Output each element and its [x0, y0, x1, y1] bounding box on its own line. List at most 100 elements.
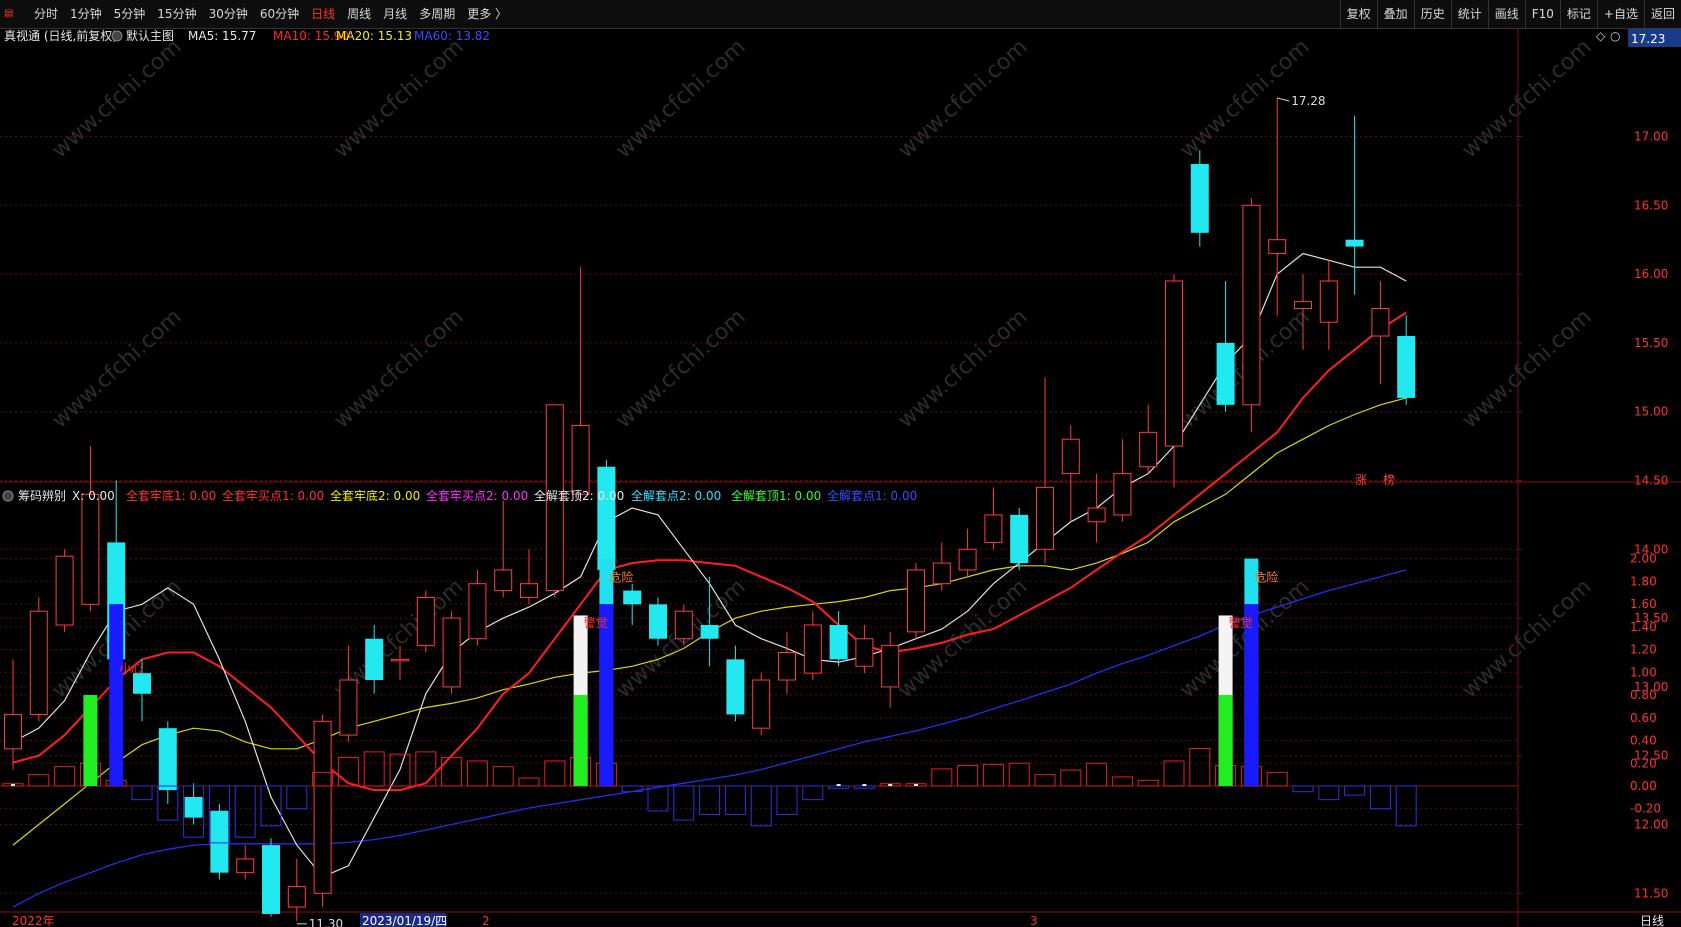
default-chart-label[interactable]: 默认主图 [126, 29, 174, 43]
indicator-legend-item: 全解套顶2: 0.00 [534, 488, 624, 503]
candle[interactable] [752, 673, 771, 736]
candle[interactable] [1242, 198, 1261, 433]
period-tab-0[interactable]: 分时 [28, 0, 64, 28]
candle[interactable] [726, 645, 745, 722]
indicator-bar [234, 785, 256, 838]
period-tab-3[interactable]: 15分钟 [151, 0, 202, 28]
chevron-down-icon[interactable] [2, 490, 14, 502]
period-tab-7[interactable]: 周线 [341, 0, 377, 28]
candle[interactable] [339, 645, 358, 742]
indicator-legend-item: 全解套点2: 0.00 [631, 488, 721, 503]
indicator-bar [518, 777, 540, 787]
candle[interactable] [442, 611, 461, 694]
diamond-icon[interactable]: ◇ [1596, 29, 1606, 43]
watermark: www.cfchi.com [1457, 35, 1596, 164]
toolbar-button-2[interactable]: 历史 [1413, 0, 1451, 28]
candle[interactable] [649, 597, 667, 646]
indicator-bar [1111, 776, 1133, 787]
indicator-axis-label: 1.80 [1630, 574, 1657, 588]
candle[interactable] [778, 631, 796, 694]
candle[interactable] [1139, 404, 1158, 474]
candle[interactable] [29, 597, 48, 722]
candle[interactable] [1113, 439, 1132, 522]
toolbar-button-1[interactable]: 叠加 [1376, 0, 1414, 28]
crosshair-date-label: 2023/01/19/四 [362, 914, 447, 927]
candle[interactable] [1036, 377, 1054, 564]
candle[interactable] [55, 549, 74, 632]
high-pointer [1277, 97, 1290, 102]
indicator-title: 筹码辨别 [18, 489, 66, 503]
candle[interactable] [623, 583, 642, 625]
toolbar-button-7[interactable]: +自选 [1596, 0, 1644, 28]
toolbar-button-6[interactable]: 标记 [1559, 0, 1597, 28]
candle[interactable] [1216, 280, 1235, 412]
candle[interactable] [313, 714, 332, 908]
candle[interactable] [520, 549, 538, 605]
watermark: www.cfchi.com [893, 35, 1032, 164]
price-axis-label: 16.50 [1634, 198, 1668, 212]
signal-annotation: 危险 [1254, 569, 1278, 584]
indicator-legend-item: 全解套顶1: 0.00 [731, 488, 821, 503]
indicator-bar [131, 785, 153, 801]
stock-chart[interactable]: www.cfchi.com www.cfchi.com www.cfchi.com w… [0, 29, 1681, 927]
candle[interactable] [184, 783, 203, 825]
period-tab-8[interactable]: 月线 [377, 0, 413, 28]
candle[interactable] [1087, 473, 1106, 543]
period-tab-9[interactable]: 多周期 [413, 0, 461, 28]
candle[interactable] [984, 487, 1003, 550]
indicator-axis-label: 1.20 [1630, 643, 1657, 657]
candle[interactable] [1371, 280, 1390, 385]
indicator-bar [28, 774, 50, 787]
candle[interactable] [210, 803, 229, 880]
indicator-bar [1189, 747, 1211, 787]
candle[interactable] [1061, 425, 1080, 522]
candle[interactable] [571, 267, 590, 502]
candle[interactable] [158, 721, 177, 804]
tag-zhang: 涨 [1355, 472, 1367, 487]
toolbar-button-5[interactable]: F10 [1524, 0, 1560, 28]
candle[interactable] [81, 446, 100, 612]
period-tab-2[interactable]: 5分钟 [108, 0, 152, 28]
ma-legend-item: MA20: 15.13 [336, 29, 412, 43]
candle[interactable] [1010, 508, 1029, 570]
indicator-bar [724, 785, 746, 815]
candle[interactable] [236, 845, 255, 880]
toolbar-button-3[interactable]: 统计 [1450, 0, 1488, 28]
indicator-bar [363, 751, 385, 787]
period-tab-5[interactable]: 60分钟 [254, 0, 305, 28]
period-tab-4[interactable]: 30分钟 [203, 0, 254, 28]
signal-bar [573, 615, 588, 786]
expand-icon[interactable]: ○ [1610, 29, 1620, 43]
signal-bar [1218, 615, 1233, 786]
watermark: www.cfchi.com [611, 305, 750, 434]
candle[interactable] [416, 590, 435, 653]
toolbar-button-0[interactable]: 复权 [1339, 0, 1377, 28]
period-tab-6[interactable]: 日线 [305, 0, 341, 28]
candle[interactable] [881, 631, 900, 708]
menu-icon[interactable]: ▤ [4, 7, 24, 21]
chevron-down-icon[interactable] [111, 30, 123, 42]
signal-bar [83, 695, 98, 786]
candle[interactable] [803, 611, 822, 681]
candle[interactable] [1268, 97, 1287, 316]
watermark: www.cfchi.com [893, 305, 1032, 434]
candle[interactable] [855, 624, 874, 674]
candle[interactable] [1165, 274, 1183, 488]
period-tab-1[interactable]: 1分钟 [64, 0, 108, 28]
candle[interactable] [1319, 260, 1338, 350]
indicator-bar [647, 785, 669, 812]
candle[interactable] [4, 659, 22, 770]
indicator-axis-label: 0.40 [1630, 734, 1657, 748]
candle[interactable] [1397, 315, 1416, 405]
indicator-axis-label: 1.60 [1630, 597, 1657, 611]
candle[interactable] [958, 528, 977, 577]
toolbar-button-8[interactable]: 返回 [1643, 0, 1681, 28]
candle[interactable] [1190, 150, 1209, 247]
toolbar-button-4[interactable]: 画线 [1487, 0, 1525, 28]
candle[interactable] [494, 501, 513, 598]
indicator-bar [1344, 785, 1366, 796]
period-tab-10[interactable]: 更多 〉 [461, 0, 513, 28]
candle[interactable] [907, 563, 925, 639]
indicator-bar [982, 763, 1004, 787]
candle[interactable] [262, 838, 280, 917]
